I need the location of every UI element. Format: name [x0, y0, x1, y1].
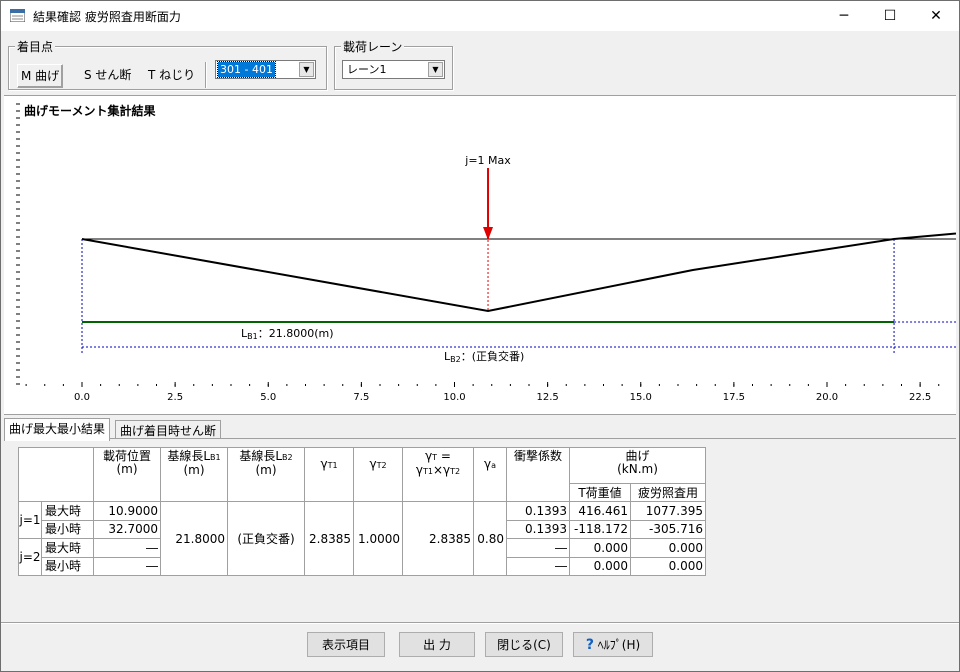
- header-gamma-t2: γT2: [353, 447, 403, 502]
- x-tick-label: 15.0: [630, 392, 652, 403]
- help-icon: ?: [585, 637, 594, 653]
- group-label: j=2: [19, 539, 42, 575]
- member-select[interactable]: 301 - 401 ▼: [215, 60, 316, 79]
- table-row: j=1 最大時 最小時 10.9000 21.8000 (正負交番) 2.838…: [18, 501, 706, 576]
- x-tick-label: 2.5: [167, 392, 183, 403]
- load-lane-group: 載荷レーン レーン1 ▼: [334, 38, 453, 90]
- tab-bending-maxmin[interactable]: 曲げ最大最小結果: [4, 418, 111, 441]
- load-arrow-head: [483, 227, 494, 240]
- focus-point-group: 着目点 M 曲げ S せん断 T ねじり 301 - 401 ▼: [8, 38, 327, 90]
- header-lb2: 基線長LB2 (m): [227, 447, 305, 502]
- cell-gamma-t1: 2.8385: [304, 501, 354, 576]
- cell-t-load: -118.172: [569, 519, 631, 539]
- load-lane-select[interactable]: レーン1 ▼: [342, 60, 445, 79]
- chart-panel: 曲げモーメント集計結果 j=1 Maxj=1 MinLB1：21.8000(m)…: [4, 95, 959, 415]
- cell-position: 32.7000: [93, 519, 161, 539]
- maximize-button[interactable]: ☐: [867, 1, 913, 31]
- cell-t-load: 416.461: [569, 501, 631, 521]
- x-tick-label: 17.5: [723, 392, 745, 403]
- cell-t-load: 0.000: [569, 538, 631, 558]
- mode-bending-button[interactable]: M 曲げ: [17, 64, 64, 88]
- influence-line-chart: 曲げモーメント集計結果 j=1 Maxj=1 MinLB1：21.8000(m)…: [16, 103, 959, 403]
- row-kind: 最大時: [42, 502, 93, 521]
- row-group: j=2 最大時 最小時: [18, 538, 94, 576]
- cell-fatigue: 1077.395: [630, 501, 706, 521]
- header-fatigue: 疲労照査用: [630, 483, 706, 502]
- x-tick-label: 10.0: [443, 392, 465, 403]
- x-tick-label: 20.0: [816, 392, 838, 403]
- cell-impact: ―: [506, 538, 570, 558]
- output-button[interactable]: 出 力: [399, 632, 475, 657]
- minimize-button[interactable]: ─: [821, 1, 867, 31]
- row-kind: 最小時: [45, 559, 82, 573]
- close-button[interactable]: 閉じる(C): [485, 632, 563, 657]
- main-window: 結果確認 疲労照査用断面力 ─ ☐ ✕ 着目点 M 曲げ S せん断 T ねじり…: [0, 0, 960, 672]
- display-items-button[interactable]: 表示項目: [307, 632, 385, 657]
- row-group: j=1 最大時 最小時: [18, 501, 94, 539]
- header-gamma-t: γT = γT1×γT2: [402, 447, 474, 502]
- mode-shear-button[interactable]: S せん断: [81, 64, 134, 86]
- header-position: 載荷位置 (m): [93, 447, 161, 502]
- cell-gamma-t: 2.8385: [402, 501, 474, 576]
- cell-impact: 0.1393: [506, 519, 570, 539]
- header-lb1: 基線長LB1 (m): [160, 447, 228, 502]
- cell-gamma-a: 0.80: [473, 501, 507, 576]
- load-lane-group-label: 載荷レーン: [341, 38, 405, 55]
- window-title: 結果確認 疲労照査用断面力: [33, 10, 181, 24]
- chart-title: 曲げモーメント集計結果: [24, 103, 156, 118]
- row-kind: 最小時: [45, 522, 82, 536]
- chevron-down-icon[interactable]: ▼: [299, 62, 314, 77]
- cell-t-load: 0.000: [569, 556, 631, 576]
- cell-position: ―: [93, 556, 161, 576]
- cell-gamma-t2: 1.0000: [353, 501, 403, 576]
- cell-fatigue: 0.000: [630, 538, 706, 558]
- app-icon: [10, 9, 25, 22]
- header-bend: 曲げ (kN.m): [569, 447, 706, 484]
- x-tick-label: 22.5: [909, 392, 931, 403]
- cell-fatigue: 0.000: [630, 556, 706, 576]
- x-tick-label: 5.0: [260, 392, 276, 403]
- x-tick-label: 12.5: [536, 392, 558, 403]
- x-tick-label: 0.0: [74, 392, 90, 403]
- load-lane-select-value: レーン1: [347, 63, 387, 76]
- header-gamma-a: γa: [473, 447, 507, 502]
- cell-lb2: (正負交番): [227, 501, 305, 576]
- mode-divider: [205, 62, 207, 88]
- help-button[interactable]: ? ﾍﾙﾌﾟ(H): [573, 632, 653, 657]
- mode-torsion-button[interactable]: T ねじり: [145, 64, 198, 86]
- max-label: j=1 Max: [464, 154, 511, 167]
- lb1-label: LB1：21.8000(m): [241, 327, 334, 341]
- close-window-button[interactable]: ✕: [913, 1, 959, 31]
- x-tick-label: 7.5: [353, 392, 369, 403]
- cell-position: 10.9000: [93, 501, 161, 521]
- help-button-label: ﾍﾙﾌﾟ(H): [597, 638, 641, 652]
- group-label: j=1: [19, 502, 42, 538]
- chevron-down-icon[interactable]: ▼: [428, 62, 443, 77]
- member-select-value: 301 - 401: [217, 61, 276, 78]
- row-kind: 最大時: [42, 539, 93, 558]
- cell-position: ―: [93, 538, 161, 558]
- cell-impact: 0.1393: [506, 501, 570, 521]
- cell-fatigue: -305.716: [630, 519, 706, 539]
- result-table: 載荷位置 (m) 基線長LB1 (m) 基線長LB2 (m) γT1 γT2 γT …: [18, 447, 706, 576]
- header-impact: 衝撃係数: [506, 447, 570, 502]
- cell-impact: ―: [506, 556, 570, 576]
- cell-lb1: 21.8000: [160, 501, 228, 576]
- focus-point-group-label: 着目点: [15, 38, 56, 55]
- bottom-separator: [1, 622, 959, 624]
- header-gamma-t1: γT1: [304, 447, 354, 502]
- influence-line: [81, 232, 959, 313]
- header-t-load: T荷重値: [569, 483, 631, 502]
- title-bar: 結果確認 疲労照査用断面力 ─ ☐ ✕: [1, 1, 959, 31]
- header-empty: [18, 447, 94, 502]
- lb2-label: LB2：(正負交番): [444, 349, 524, 364]
